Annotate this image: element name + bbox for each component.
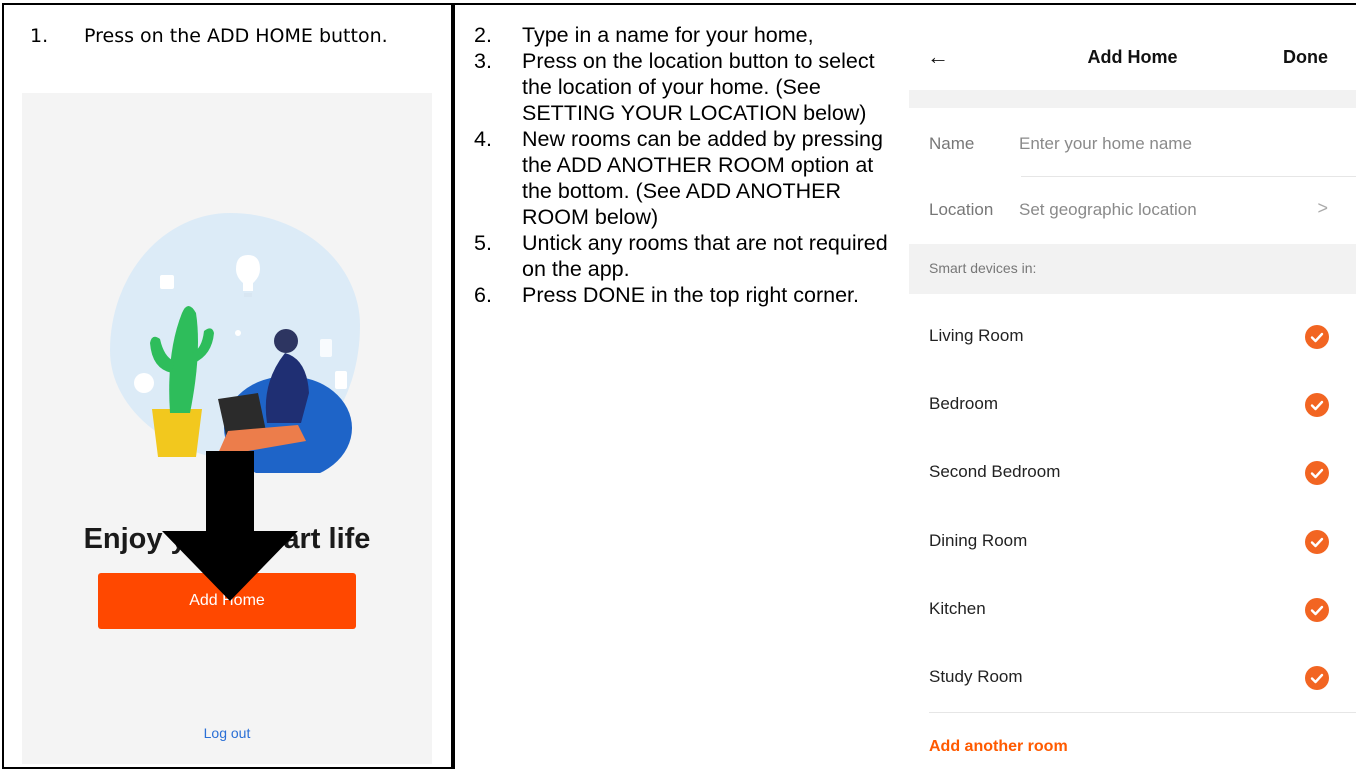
room-row[interactable]: Living Room: [909, 304, 1356, 372]
step-item: 5. Untick any rooms that are not require…: [474, 230, 894, 282]
step-item: 4. New rooms can be added by pressing th…: [474, 126, 894, 230]
checkmark-icon[interactable]: [1305, 530, 1329, 554]
checkmark-icon[interactable]: [1305, 598, 1329, 622]
step-number: 5.: [474, 231, 492, 255]
add-another-room-button[interactable]: Add another room: [929, 738, 1068, 756]
phone-screenshot-add-home: ← Add Home Done Name Enter your home nam…: [909, 30, 1356, 771]
room-row[interactable]: Bedroom: [909, 372, 1356, 440]
divider: [929, 712, 1356, 713]
step-text: Press on the location button to select t…: [522, 49, 875, 125]
checkmark-icon[interactable]: [1305, 393, 1329, 417]
down-arrow-icon: [162, 451, 298, 601]
section-separator: [909, 90, 1356, 108]
location-value: Set geographic location: [1019, 200, 1197, 219]
room-row[interactable]: Kitchen: [909, 577, 1356, 645]
name-field-row[interactable]: Name Enter your home name: [909, 114, 1356, 174]
room-row[interactable]: Second Bedroom: [909, 440, 1356, 508]
step-number: 6.: [474, 283, 492, 307]
name-label: Name: [929, 134, 975, 153]
logout-link[interactable]: Log out: [22, 725, 432, 741]
step-text: Type in a name for your home,: [522, 23, 814, 47]
smart-devices-label: Smart devices in:: [929, 260, 1037, 276]
step-number: 4.: [474, 127, 492, 151]
room-name: Bedroom: [929, 394, 998, 413]
room-name: Kitchen: [929, 599, 986, 618]
room-name: Study Room: [929, 667, 1023, 686]
phone-screenshot-welcome: Enjoy your smart life Add Home Log out: [22, 93, 432, 764]
room-name: Second Bedroom: [929, 462, 1061, 481]
app-header: ← Add Home Done: [909, 30, 1356, 90]
step-1-number: 1.: [30, 25, 49, 47]
step-text: New rooms can be added by pressing the A…: [522, 127, 883, 229]
smart-devices-header: Smart devices in:: [909, 244, 1356, 294]
room-row[interactable]: Dining Room: [909, 509, 1356, 577]
step-text: Press DONE in the top right corner.: [522, 283, 859, 307]
divider: [1021, 176, 1356, 177]
location-label: Location: [929, 200, 994, 219]
chevron-right-icon: >: [1317, 198, 1328, 218]
name-input[interactable]: Enter your home name: [1019, 134, 1192, 154]
step-number: 2.: [474, 23, 492, 47]
cell-divider: [453, 3, 455, 769]
checkmark-icon[interactable]: [1305, 461, 1329, 485]
room-name: Dining Room: [929, 531, 1028, 550]
step-item: 6. Press DONE in the top right corner.: [474, 282, 894, 308]
step-text: Untick any rooms that are not required o…: [522, 231, 888, 281]
step-item: 3. Press on the location button to selec…: [474, 48, 894, 126]
step-1-text: Press on the ADD HOME button.: [84, 25, 388, 47]
instruction-list: 2. Type in a name for your home, 3. Pres…: [474, 22, 894, 308]
step-number: 3.: [474, 49, 492, 73]
location-field-row[interactable]: Location Set geographic location >: [909, 180, 1356, 240]
checkmark-icon[interactable]: [1305, 325, 1329, 349]
room-row[interactable]: Study Room: [909, 645, 1356, 713]
room-name: Living Room: [929, 326, 1024, 345]
checkmark-icon[interactable]: [1305, 666, 1329, 690]
step-item: 2. Type in a name for your home,: [474, 22, 894, 48]
done-button[interactable]: Done: [1283, 47, 1328, 68]
smart-life-illustration: [134, 255, 352, 473]
